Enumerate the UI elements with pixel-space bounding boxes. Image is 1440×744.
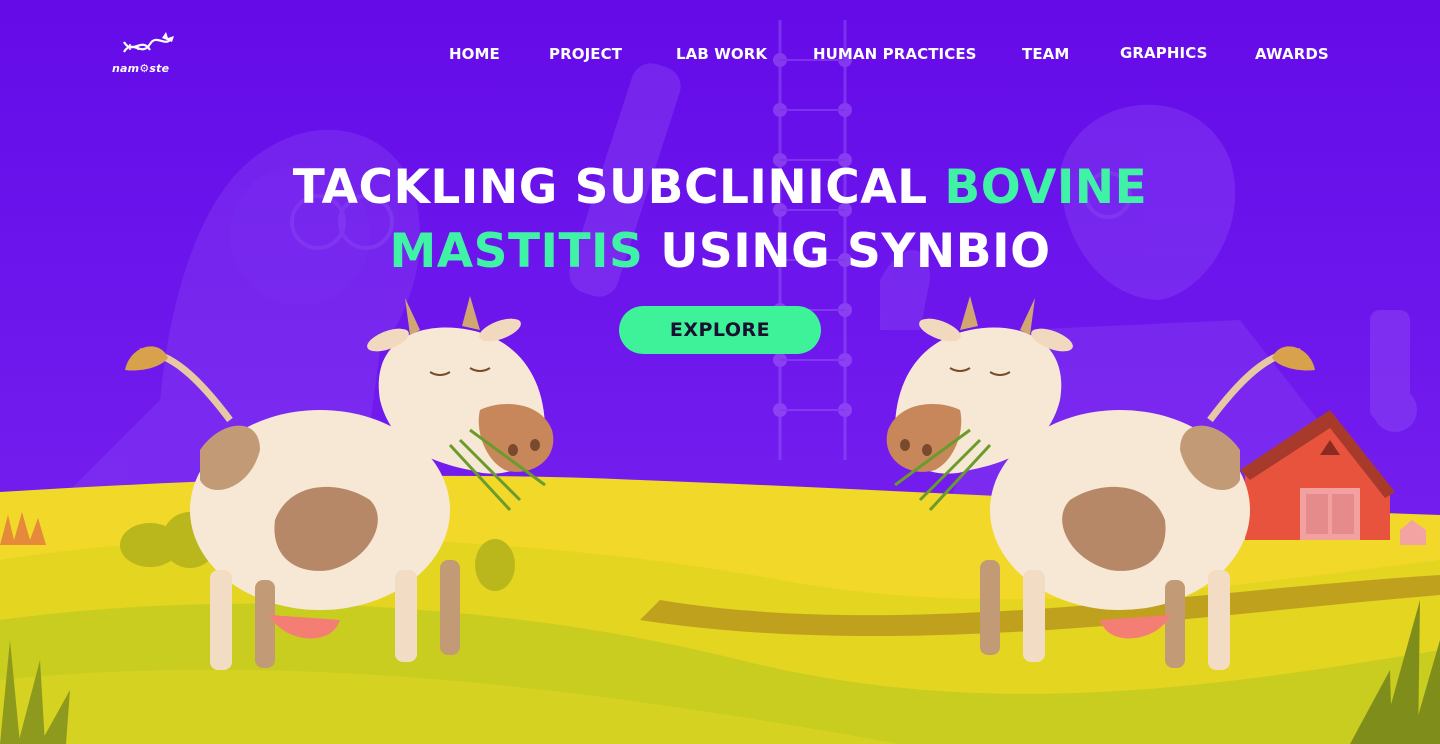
nav-item-team[interactable]: TEAM bbox=[1022, 45, 1069, 63]
hero-title: TACKLING SUBCLINICAL BOVINE MASTITIS USI… bbox=[0, 156, 1440, 284]
microscope-silhouette bbox=[1370, 310, 1417, 432]
nav-item-home[interactable]: HOME bbox=[449, 45, 500, 63]
hero-title-part1: TACKLING SUBCLINICAL bbox=[292, 160, 945, 216]
nav-item-graphics[interactable]: GRAPHICS bbox=[1120, 44, 1208, 62]
nav-item-human-practices[interactable]: HUMAN PRACTICES bbox=[813, 45, 977, 63]
hero-background-illustration bbox=[0, 0, 1440, 744]
nav-item-lab-work[interactable]: LAB WORK bbox=[676, 45, 767, 63]
nav-item-project[interactable]: PROJECT bbox=[549, 45, 622, 63]
hero-title-accent1: BOVINE bbox=[944, 160, 1148, 216]
nav-menu: HOME PROJECT LAB WORK HUMAN PRACTICES TE… bbox=[0, 44, 1440, 67]
top-navigation: nam⚙ste HOME PROJECT LAB WORK HUMAN PRAC… bbox=[0, 0, 1440, 110]
hero-title-part2: USING SYNBIO bbox=[643, 224, 1051, 280]
explore-button[interactable]: EXPLORE bbox=[619, 306, 821, 354]
nav-item-awards[interactable]: AWARDS bbox=[1255, 45, 1329, 63]
hero-title-accent2: MASTITIS bbox=[389, 224, 644, 280]
